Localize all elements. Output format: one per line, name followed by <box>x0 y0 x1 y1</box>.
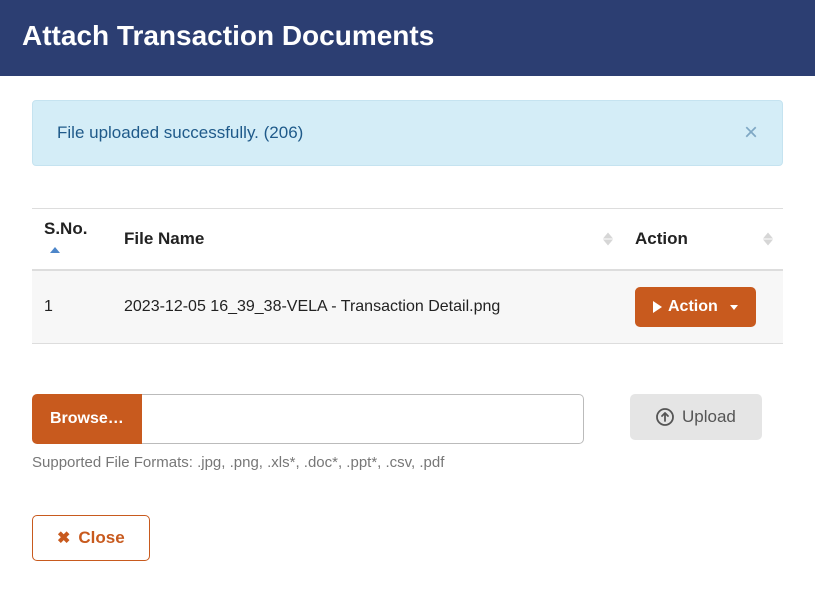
upload-button[interactable]: Upload <box>630 394 762 440</box>
close-label: Close <box>78 528 124 548</box>
upload-row: Browse… Supported File Formats: .jpg, .p… <box>32 394 783 471</box>
upload-icon <box>656 408 674 426</box>
table-row: 1 2023-12-05 16_39_38-VELA - Transaction… <box>32 270 783 344</box>
header-filename-text: File Name <box>124 229 204 248</box>
modal-title: Attach Transaction Documents <box>22 20 434 51</box>
header-action-text: Action <box>635 229 688 248</box>
upload-label: Upload <box>682 407 736 427</box>
play-icon <box>653 301 662 313</box>
action-dropdown-button[interactable]: Action <box>635 287 756 327</box>
cell-filename: 2023-12-05 16_39_38-VELA - Transaction D… <box>112 270 623 344</box>
modal-header: Attach Transaction Documents <box>0 0 815 76</box>
sort-icon <box>50 247 60 253</box>
table-header-row: S.No. File Name Action <box>32 209 783 271</box>
column-header-filename[interactable]: File Name <box>112 209 623 271</box>
file-path-input[interactable] <box>142 394 584 444</box>
browse-button[interactable]: Browse… <box>32 394 142 444</box>
supported-formats-text: Supported File Formats: .jpg, .png, .xls… <box>32 454 584 471</box>
close-icon: ✖ <box>57 528 70 548</box>
attach-documents-modal: Attach Transaction Documents File upload… <box>0 0 815 602</box>
cell-sno: 1 <box>32 270 112 344</box>
sort-icon <box>603 233 613 246</box>
close-button[interactable]: ✖ Close <box>32 515 150 561</box>
column-header-sno[interactable]: S.No. <box>32 209 112 271</box>
header-sno-text: S.No. <box>44 219 87 238</box>
modal-body: File uploaded successfully. (206) × S.No… <box>0 76 815 602</box>
column-header-action[interactable]: Action <box>623 209 783 271</box>
action-label: Action <box>668 298 718 316</box>
cell-action: Action <box>623 270 783 344</box>
chevron-down-icon <box>730 305 738 310</box>
alert-message: File uploaded successfully. (206) <box>57 123 303 143</box>
alert-close-icon[interactable]: × <box>744 121 758 145</box>
files-table: S.No. File Name Action <box>32 208 783 344</box>
file-picker: Browse… <box>32 394 584 444</box>
success-alert: File uploaded successfully. (206) × <box>32 100 783 166</box>
sort-icon <box>763 233 773 246</box>
